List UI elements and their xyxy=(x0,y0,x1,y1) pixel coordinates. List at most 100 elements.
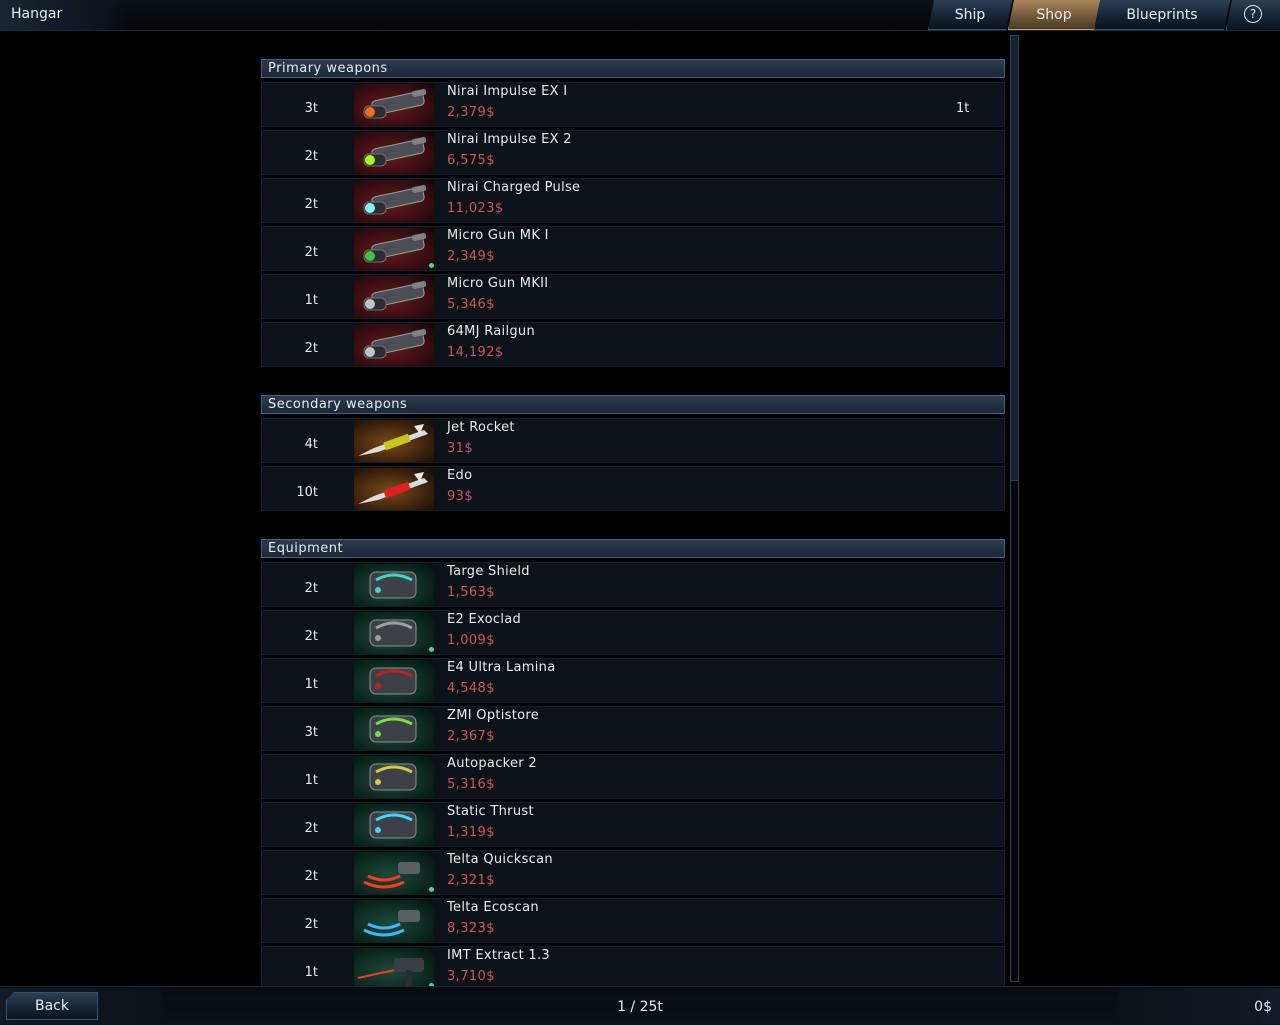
item-mass: 2t xyxy=(304,149,318,164)
scrollbar-thumb[interactable] xyxy=(1011,36,1018,481)
shop-item-row[interactable]: 2t Nirai Impulse EX 2 6,575$ xyxy=(261,130,1005,175)
shop-item-row[interactable]: 3t Nirai Impulse EX I 2,379$ 1t xyxy=(261,82,1005,127)
shop-item-list[interactable]: Primary weapons 3t Nirai Impulse EX I 2,37… xyxy=(261,34,1005,986)
thruster-icon xyxy=(354,804,434,846)
help-button[interactable]: ? xyxy=(1226,0,1280,30)
pulse-cannon-cyan-icon xyxy=(354,180,434,222)
armor-red-icon xyxy=(354,660,434,702)
mining-laser-icon xyxy=(354,948,434,986)
item-price: 4,548$ xyxy=(447,681,495,696)
item-mass: 3t xyxy=(304,725,318,740)
gatling-gun-heavy-icon xyxy=(354,276,434,318)
section-title: Primary weapons xyxy=(268,61,388,76)
scanner-blue-icon xyxy=(354,900,434,942)
item-mass: 2t xyxy=(304,197,318,212)
shop-item-row[interactable]: 3t ZMI Optistore 2,367$ xyxy=(261,706,1005,751)
item-mass: 2t xyxy=(304,629,318,644)
section-header: Equipment xyxy=(261,539,1005,558)
item-price: 2,379$ xyxy=(447,105,495,120)
cargo-capacity: 1 / 25t xyxy=(617,999,663,1015)
shop-item-row[interactable]: 1t E4 Ultra Lamina 4,548$ xyxy=(261,658,1005,703)
shop-item-row[interactable]: 2t Telta Quickscan 2,321$ xyxy=(261,850,1005,895)
item-mass: 3t xyxy=(304,101,318,116)
rocket-icon xyxy=(354,420,434,462)
shop-item-row[interactable]: 2t 64MJ Railgun 14,192$ xyxy=(261,322,1005,367)
autopacker-icon xyxy=(354,756,434,798)
item-mass: 1t xyxy=(304,293,318,308)
page-title: Hangar xyxy=(11,6,63,22)
shop-item-row[interactable]: 2t Micro Gun MK I 2,349$ xyxy=(261,226,1005,271)
item-name: Edo xyxy=(447,468,473,483)
item-name: Autopacker 2 xyxy=(447,756,537,771)
railgun-icon xyxy=(354,324,434,366)
section-header: Secondary weapons xyxy=(261,395,1005,414)
item-name: Telta Quickscan xyxy=(447,852,553,867)
item-mass: 1t xyxy=(304,965,318,980)
section-title: Equipment xyxy=(268,541,344,556)
shop-item-row[interactable]: 10t Edo 93$ xyxy=(261,466,1005,511)
item-price: 1,563$ xyxy=(447,585,495,600)
shield-generator-icon xyxy=(354,564,434,606)
shop-item-row[interactable]: 1t IMT Extract 1.3 3,710$ xyxy=(261,946,1005,986)
item-price: 14,192$ xyxy=(447,345,504,360)
item-price: 1,009$ xyxy=(447,633,495,648)
shop-item-row[interactable]: 2t Telta Ecoscan 8,323$ xyxy=(261,898,1005,943)
item-price: 2,367$ xyxy=(447,729,495,744)
credits-balance: 0$ xyxy=(1254,999,1272,1015)
item-name: ZMI Optistore xyxy=(447,708,540,723)
item-price: 5,346$ xyxy=(447,297,495,312)
item-price: 3,710$ xyxy=(447,969,495,984)
item-mass: 2t xyxy=(304,917,318,932)
upgrade-indicator-icon xyxy=(429,887,434,892)
item-price: 93$ xyxy=(447,489,474,504)
shop-item-row[interactable]: 2t Targe Shield 1,563$ xyxy=(261,562,1005,607)
item-name: E4 Ultra Lamina xyxy=(447,660,556,675)
missile-icon xyxy=(354,468,434,510)
impulse-cannon-green-icon xyxy=(354,132,434,174)
item-name: Nirai Impulse EX I xyxy=(447,84,568,99)
item-mass: 10t xyxy=(296,485,318,500)
item-price: 31$ xyxy=(447,441,474,456)
item-price: 1,319$ xyxy=(447,825,495,840)
shop-item-row[interactable]: 2t Nirai Charged Pulse 11,023$ xyxy=(261,178,1005,223)
item-price: 11,023$ xyxy=(447,201,504,216)
item-name: E2 Exoclad xyxy=(447,612,522,627)
tab-ship[interactable]: Ship xyxy=(928,0,1012,30)
item-owned-mass: 1t xyxy=(956,101,970,116)
section-header: Primary weapons xyxy=(261,59,1005,78)
title-plate: Hangar xyxy=(0,0,130,30)
tab-blueprints[interactable]: Blueprints xyxy=(1094,0,1230,30)
shop-item-row[interactable]: 4t Jet Rocket 31$ xyxy=(261,418,1005,463)
item-price: 8,323$ xyxy=(447,921,495,936)
item-name: Static Thrust xyxy=(447,804,534,819)
item-mass: 4t xyxy=(304,437,318,452)
shop-item-row[interactable]: 2t E2 Exoclad 1,009$ xyxy=(261,610,1005,655)
upgrade-indicator-icon xyxy=(429,647,434,652)
item-name: Micro Gun MKII xyxy=(447,276,549,291)
item-mass: 2t xyxy=(304,869,318,884)
item-name: Telta Ecoscan xyxy=(447,900,539,915)
question-mark-icon: ? xyxy=(1244,5,1262,23)
item-price: 6,575$ xyxy=(447,153,495,168)
item-mass: 2t xyxy=(304,821,318,836)
item-mass: 2t xyxy=(304,341,318,356)
scanner-red-icon xyxy=(354,852,434,894)
shop-item-row[interactable]: 2t Static Thrust 1,319$ xyxy=(261,802,1005,847)
item-name: Nirai Impulse EX 2 xyxy=(447,132,572,147)
section-title: Secondary weapons xyxy=(268,397,408,412)
tab-shop[interactable]: Shop xyxy=(1008,0,1100,30)
gatling-gun-icon xyxy=(354,228,434,270)
item-name: Jet Rocket xyxy=(447,420,515,435)
impulse-cannon-orange-icon xyxy=(354,84,434,126)
item-price: 2,321$ xyxy=(447,873,495,888)
item-mass: 2t xyxy=(304,245,318,260)
item-name: Nirai Charged Pulse xyxy=(447,180,581,195)
item-price: 5,316$ xyxy=(447,777,495,792)
item-name: 64MJ Railgun xyxy=(447,324,535,339)
shop-item-row[interactable]: 1t Micro Gun MKII 5,346$ xyxy=(261,274,1005,319)
armor-plate-icon xyxy=(354,612,434,654)
back-button[interactable]: Back xyxy=(6,992,98,1020)
item-price: 2,349$ xyxy=(447,249,495,264)
item-name: Micro Gun MK I xyxy=(447,228,549,243)
shop-item-row[interactable]: 1t Autopacker 2 5,316$ xyxy=(261,754,1005,799)
